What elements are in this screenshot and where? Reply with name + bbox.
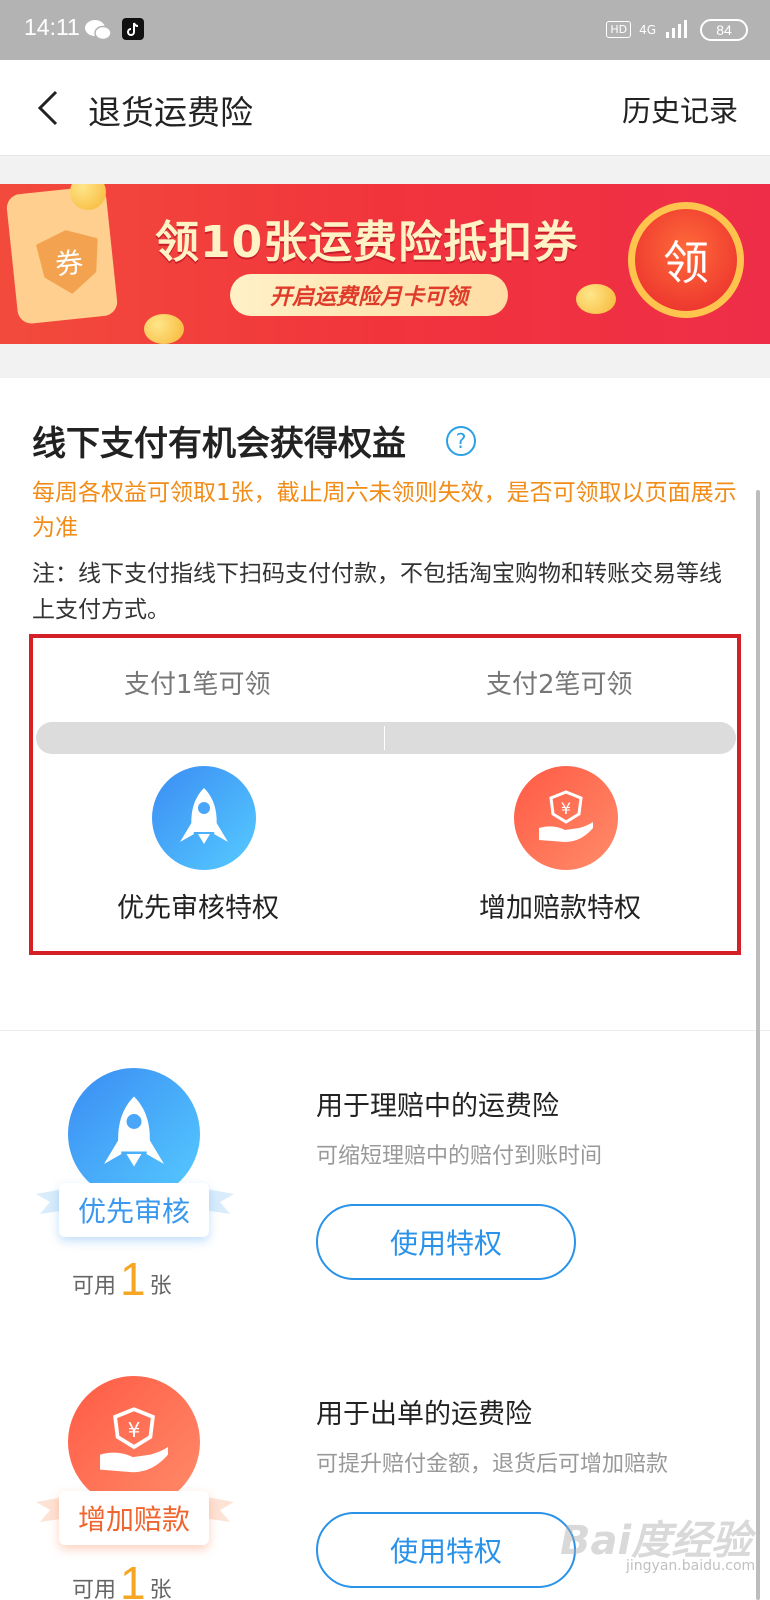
available-count: 可用 1 张 xyxy=(72,1253,172,1305)
card-description: 可缩短理赔中的赔付到账时间 xyxy=(316,1144,603,1169)
privilege-badge: 优先审核 xyxy=(59,1183,209,1237)
status-bar: 14:11 HD 4G 84 xyxy=(0,0,770,60)
back-button[interactable] xyxy=(30,88,70,128)
yuan-hand-icon: ¥ xyxy=(68,1376,200,1508)
yuan-hand-icon: ¥ xyxy=(514,766,618,870)
status-time: 14:11 xyxy=(24,14,80,40)
payment-note: 注：线下支付指线下扫码支付付款，不包括淘宝购物和转账交易等线上支付方式。 xyxy=(32,561,722,623)
use-privilege-button[interactable]: 使用特权 xyxy=(316,1204,576,1280)
rocket-icon xyxy=(152,766,256,870)
claim-button[interactable]: 领 xyxy=(628,202,744,318)
svg-text:¥: ¥ xyxy=(128,1418,141,1442)
progress-track xyxy=(36,722,736,754)
available-label: 可用 xyxy=(72,1274,117,1299)
nav-header: 退货运费险 历史记录 xyxy=(0,60,770,156)
step-condition-1: 支付1笔可领 xyxy=(124,670,271,700)
card-description: 可提升赔付金额，退货后可增加赔款 xyxy=(316,1452,669,1477)
privilege-name-1: 优先审核特权 xyxy=(117,893,279,924)
chevron-left-icon xyxy=(37,90,58,126)
svg-text:¥: ¥ xyxy=(561,799,571,818)
available-count: 可用 1 张 xyxy=(72,1557,172,1600)
section-title: 线下支付有机会获得权益 xyxy=(32,424,406,464)
count-value: 1 xyxy=(120,1253,146,1305)
progress-divider xyxy=(384,726,385,750)
rocket-icon xyxy=(68,1068,200,1200)
coin-icon xyxy=(576,284,616,314)
card-title: 用于出单的运费险 xyxy=(316,1399,532,1430)
wechat-icon xyxy=(84,18,112,46)
coin-icon xyxy=(144,314,184,344)
banner-subtitle: 开启运费险月卡可领 xyxy=(230,274,508,316)
divider xyxy=(0,1030,770,1031)
count-value: 1 xyxy=(120,1557,146,1600)
available-label: 可用 xyxy=(72,1578,117,1600)
count-unit: 张 xyxy=(149,1274,172,1299)
ticket-label: 券 xyxy=(53,245,85,282)
page-title: 退货运费险 xyxy=(88,93,253,132)
spacer xyxy=(0,156,770,184)
spacer xyxy=(0,344,770,378)
promo-banner[interactable]: 券 领10张运费险抵扣券 开启运费险月卡可领 领 xyxy=(0,184,770,344)
count-unit: 张 xyxy=(149,1578,172,1600)
rules-notice: 每周各权益可领取1张，截止周六未领则失效，是否可领取以页面展示为准 xyxy=(32,480,737,541)
scrollbar[interactable] xyxy=(756,490,760,1600)
card-title: 用于理赔中的运费险 xyxy=(316,1091,559,1122)
battery-indicator: 84 xyxy=(700,18,748,41)
help-icon[interactable]: ? xyxy=(446,426,476,456)
signal-icon xyxy=(664,17,692,42)
step-condition-2: 支付2笔可领 xyxy=(486,670,633,700)
banner-headline: 领10张运费险抵扣券 xyxy=(155,217,579,268)
privilege-badge: 增加赔款 xyxy=(59,1491,209,1545)
watermark-url: jingyan.baidu.com xyxy=(626,1558,756,1574)
network-type: 4G xyxy=(639,22,656,37)
hd-badge: HD xyxy=(606,21,632,38)
history-link[interactable]: 历史记录 xyxy=(622,88,738,130)
use-privilege-button[interactable]: 使用特权 xyxy=(316,1512,576,1588)
privilege-name-2: 增加赔款特权 xyxy=(479,893,641,924)
tiktok-icon xyxy=(122,18,144,44)
